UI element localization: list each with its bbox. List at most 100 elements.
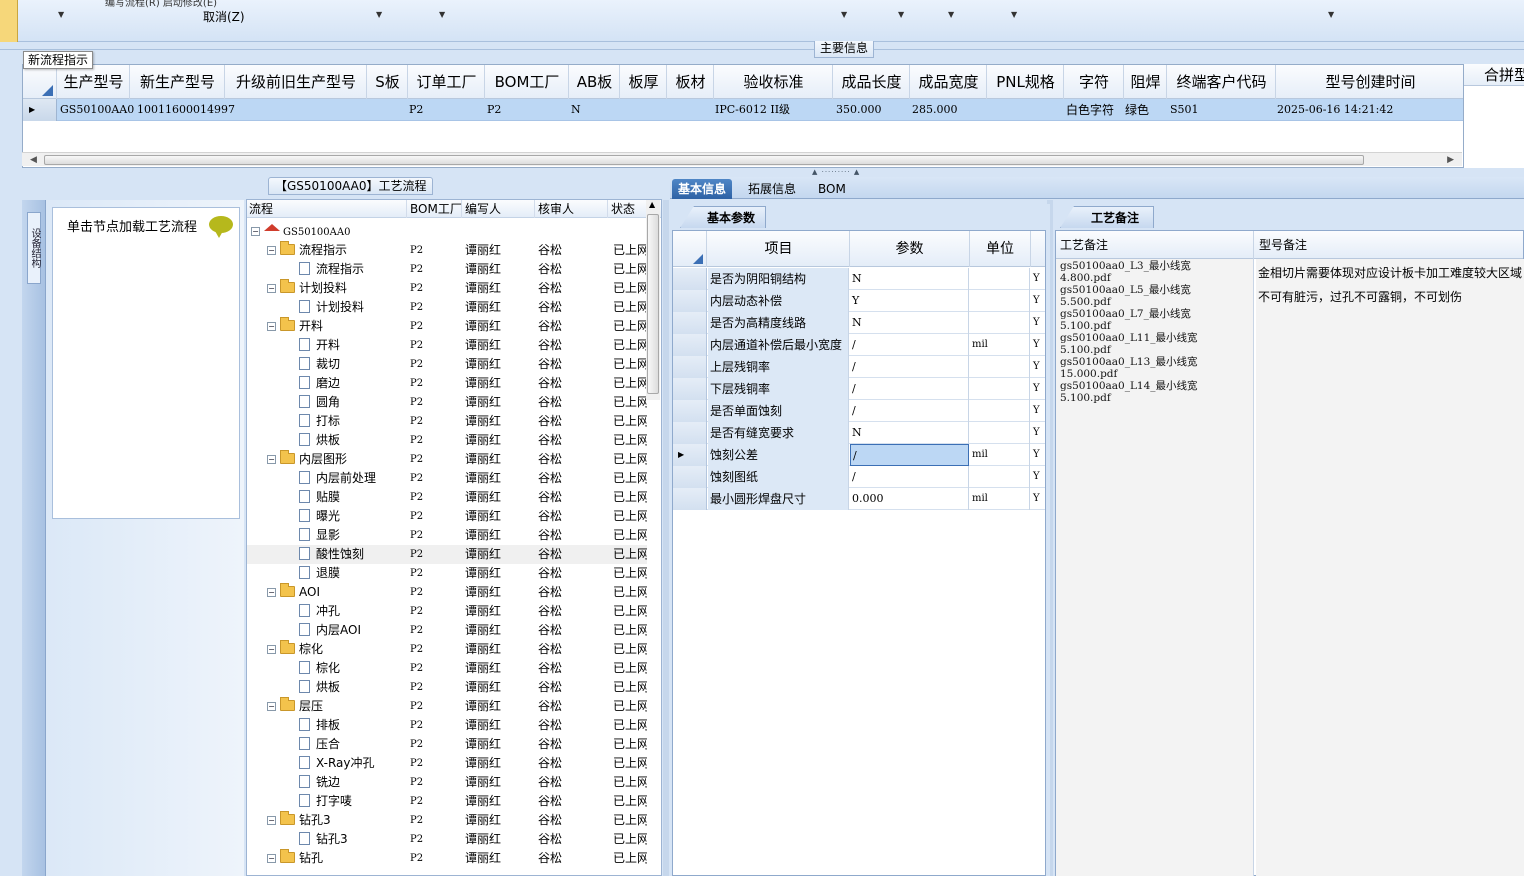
tree-row[interactable]: 冲孔 P2 谭丽红 谷松 已上网	[247, 602, 647, 621]
splitter-grip-icon[interactable]: ▲ ········· ▲	[812, 168, 860, 176]
scrollbar-thumb[interactable]	[647, 214, 659, 394]
col-header[interactable]: 新生产型号	[131, 65, 225, 99]
dropdown-caret-icon[interactable]: ▼	[898, 10, 904, 19]
param-row[interactable]: 是否有缝宽要求 N Y	[673, 422, 1045, 444]
col-header[interactable]: 型号备注	[1255, 231, 1524, 259]
tree-row[interactable]: 酸性蚀刻 P2 谭丽红 谷松 已上网	[247, 545, 647, 564]
dropdown-caret-icon[interactable]: ▼	[1011, 10, 1017, 19]
col-header[interactable]: 项目	[708, 231, 850, 267]
tree-row[interactable]: 裁切 P2 谭丽红 谷松 已上网	[247, 355, 647, 374]
tree-row[interactable]: 磨边 P2 谭丽红 谷松 已上网	[247, 374, 647, 393]
col-header[interactable]: 流程	[247, 200, 407, 218]
tree-row[interactable]: 棕化 P2 谭丽红 谷松 已上网	[247, 659, 647, 678]
col-header[interactable]: 升级前旧生产型号	[226, 65, 367, 99]
table-row[interactable]: ▶ GS50100AA0 10011600014997 P2 P2 N IPC-…	[23, 99, 1463, 121]
param-value[interactable]: 0.000	[850, 488, 969, 510]
dropdown-caret-icon[interactable]: ▼	[948, 10, 954, 19]
tree-row[interactable]: − 流程指示 P2 谭丽红 谷松 已上网	[247, 241, 647, 260]
tree-row[interactable]: − 内层图形 P2 谭丽红 谷松 已上网	[247, 450, 647, 469]
tree-row[interactable]: X-Ray冲孔 P2 谭丽红 谷松 已上网	[247, 754, 647, 773]
tree-row[interactable]: 曝光 P2 谭丽红 谷松 已上网	[247, 507, 647, 526]
col-header[interactable]: 生产型号	[58, 65, 130, 99]
tree-vertical-scrollbar[interactable]: ▲	[646, 200, 660, 400]
tree-row[interactable]: 打标 P2 谭丽红 谷松 已上网	[247, 412, 647, 431]
grid-corner-icon[interactable]	[23, 65, 57, 99]
cell-solder-mask[interactable]: 绿色	[1123, 99, 1149, 121]
collapse-icon[interactable]: −	[267, 455, 276, 464]
param-value[interactable]: /	[850, 444, 969, 466]
cell-model[interactable]: GS50100AA0	[58, 99, 134, 121]
tree-row[interactable]: 计划投料 P2 谭丽红 谷松 已上网	[247, 298, 647, 317]
tree-row[interactable]: 开料 P2 谭丽红 谷松 已上网	[247, 336, 647, 355]
tree-row[interactable]: 压合 P2 谭丽红 谷松 已上网	[247, 735, 647, 754]
col-header[interactable]: AB板	[570, 65, 620, 99]
cell-new-model[interactable]: 10011600014997	[135, 99, 235, 121]
tree-row[interactable]: 贴膜 P2 谭丽红 谷松 已上网	[247, 488, 647, 507]
cell-length[interactable]: 350.000	[834, 99, 882, 121]
equipment-structure-tab[interactable]: 设备结构	[22, 200, 46, 876]
process-remark-text[interactable]: gs50100aa0_L3_最小线宽 4.800.pdf gs50100aa0_…	[1056, 259, 1254, 876]
col-header[interactable]: 工艺备注	[1056, 231, 1254, 259]
tree-row[interactable]: − 层压 P2 谭丽红 谷松 已上网	[247, 697, 647, 716]
param-row[interactable]: ▶ 蚀刻公差 / mil Y	[673, 444, 1045, 466]
col-header[interactable]: BOM工厂	[486, 65, 569, 99]
col-header[interactable]: PNL规格	[988, 65, 1064, 99]
cell-legend[interactable]: 白色字符	[1064, 99, 1114, 121]
model-remark-text[interactable]: 金相切片需要体现对应设计板卡加工难度较大区域 不可有脏污，过孔不可露铜，不可划伤	[1256, 259, 1524, 876]
col-header[interactable]: 板材	[668, 65, 714, 99]
cell-customer-code[interactable]: S501	[1168, 99, 1199, 121]
tree-row[interactable]: − 钻孔 P2 谭丽红 谷松 已上网	[247, 849, 647, 868]
tree-row[interactable]: 圆角 P2 谭丽红 谷松 已上网	[247, 393, 647, 412]
dropdown-caret-icon[interactable]: ▼	[58, 10, 64, 19]
col-header[interactable]: 板厚	[621, 65, 667, 99]
tree-row[interactable]: 钻孔3 P2 谭丽红 谷松 已上网	[247, 830, 647, 849]
collapse-icon[interactable]: −	[267, 322, 276, 331]
tree-row[interactable]: 打字唛 P2 谭丽红 谷松 已上网	[247, 792, 647, 811]
col-header[interactable]: 核审人	[536, 200, 608, 218]
tree-row[interactable]: 显影 P2 谭丽红 谷松 已上网	[247, 526, 647, 545]
cancel-button[interactable]: 取消(Z)	[203, 8, 245, 25]
col-header[interactable]: 订单工厂	[409, 65, 485, 99]
param-value[interactable]: N	[850, 268, 969, 290]
grid-corner-icon[interactable]	[673, 231, 707, 267]
col-header[interactable]: BOM工厂	[408, 200, 462, 218]
col-header[interactable]: 单位	[970, 231, 1031, 267]
process-remark-title[interactable]: 工艺备注	[1060, 206, 1155, 228]
tree-row[interactable]: 烘板 P2 谭丽红 谷松 已上网	[247, 678, 647, 697]
param-value[interactable]: /	[850, 466, 969, 488]
param-row[interactable]: 是否为阴阳铜结构 N Y	[673, 268, 1045, 290]
param-row[interactable]: 内层动态补偿 Y Y	[673, 290, 1045, 312]
col-header[interactable]: 合拼型	[1464, 64, 1524, 86]
scroll-right-icon[interactable]: ▶	[1447, 153, 1454, 167]
tree-row[interactable]: 铣边 P2 谭丽红 谷松 已上网	[247, 773, 647, 792]
col-header[interactable]: 参数	[850, 231, 970, 267]
collapse-icon[interactable]: −	[267, 702, 276, 711]
col-header[interactable]: 字符	[1065, 65, 1124, 99]
col-header[interactable]: 型号创建时间	[1277, 65, 1463, 99]
horizontal-scrollbar[interactable]: ◀ ▶	[22, 152, 1462, 166]
dropdown-caret-icon[interactable]: ▼	[439, 10, 445, 19]
horizontal-splitter[interactable]: ▲ ········· ▲	[0, 168, 1524, 176]
tree-row[interactable]: − 钻孔3 P2 谭丽红 谷松 已上网	[247, 811, 647, 830]
cell-acceptance[interactable]: IPC-6012 II级	[713, 99, 790, 121]
scroll-up-icon[interactable]: ▲	[649, 200, 655, 209]
col-header[interactable]: 阻焊	[1125, 65, 1167, 99]
dropdown-caret-icon[interactable]: ▼	[376, 10, 382, 19]
collapse-icon[interactable]: −	[251, 227, 260, 236]
cell-bom-plant[interactable]: P2	[485, 99, 501, 121]
equipment-structure-label[interactable]: 设备结构	[27, 212, 41, 284]
tab-extended-info[interactable]: 拓展信息	[742, 179, 802, 199]
collapse-icon[interactable]: −	[267, 588, 276, 597]
col-header[interactable]: 验收标准	[715, 65, 833, 99]
tree-row[interactable]: 内层前处理 P2 谭丽红 谷松 已上网	[247, 469, 647, 488]
param-value[interactable]: N	[850, 422, 969, 444]
param-value[interactable]: /	[850, 356, 969, 378]
col-header[interactable]: 编写人	[463, 200, 535, 218]
cell-created-time[interactable]: 2025-06-16 14:21:42	[1275, 99, 1393, 121]
col-header[interactable]: 成品长度	[834, 65, 910, 99]
vertical-splitter[interactable]	[663, 200, 669, 876]
param-row[interactable]: 最小圆形焊盘尺寸 0.000 mil Y	[673, 488, 1045, 510]
col-header[interactable]: 成品宽度	[911, 65, 987, 99]
basic-params-title[interactable]: 基本参数	[680, 206, 767, 228]
tree-row[interactable]: − 开料 P2 谭丽红 谷松 已上网	[247, 317, 647, 336]
